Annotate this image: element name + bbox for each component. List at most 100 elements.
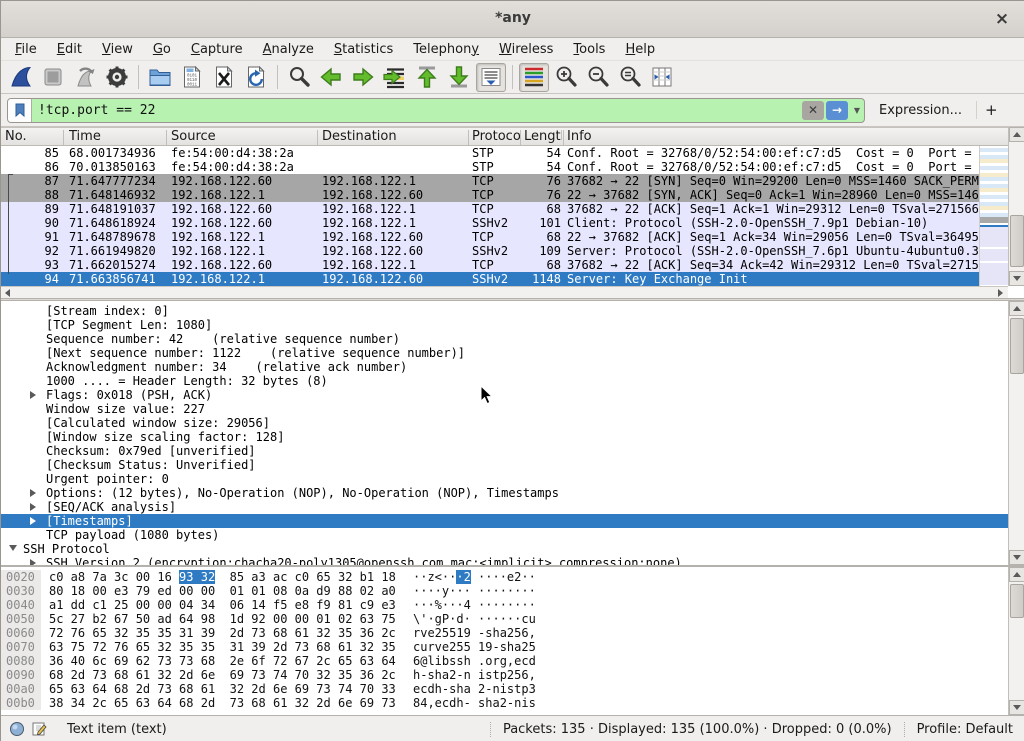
hex-row-0090[interactable]: 009068 2d 73 68 61 32 2d 6e 69 73 74 70 … bbox=[1, 668, 1008, 682]
detail-line[interactable]: Acknowledgment number: 34 (relative ack … bbox=[1, 360, 1008, 374]
menu-telephony[interactable]: Telephony bbox=[403, 40, 489, 59]
detail-line[interactable]: Checksum: 0x79ed [unverified] bbox=[1, 444, 1008, 458]
packet-row-89[interactable]: 8971.648191037192.168.122.60192.168.122.… bbox=[1, 202, 979, 216]
intelligent-scrollbar-minimap[interactable] bbox=[979, 146, 1008, 286]
go-bottom-button[interactable] bbox=[444, 63, 474, 92]
column-header-source[interactable]: Source bbox=[171, 129, 316, 145]
go-forward-button[interactable] bbox=[348, 63, 378, 92]
packet-row-93[interactable]: 9371.662015274192.168.122.60192.168.122.… bbox=[1, 258, 979, 272]
packet-row-87[interactable]: 8771.647777234192.168.122.60192.168.122.… bbox=[1, 174, 979, 188]
zoom-in-button[interactable] bbox=[551, 63, 581, 92]
details-scrollbar[interactable] bbox=[1008, 301, 1024, 565]
display-filter-box[interactable]: ✕ → ▼ bbox=[7, 98, 865, 123]
detail-line[interactable]: [Window size scaling factor: 128] bbox=[1, 430, 1008, 444]
column-separator[interactable] bbox=[166, 130, 167, 145]
scroll-left-button[interactable] bbox=[1, 287, 13, 298]
detail-line[interactable]: SSH Protocol bbox=[1, 542, 1008, 556]
column-separator[interactable] bbox=[563, 130, 564, 145]
hex-row-0020[interactable]: 0020c0 a8 7a 3c 00 16 93 32 85 a3 ac c0 … bbox=[1, 570, 1008, 584]
column-separator[interactable] bbox=[468, 130, 469, 145]
find-packet-button[interactable] bbox=[284, 63, 314, 92]
detail-line[interactable]: [SEQ/ACK analysis] bbox=[1, 500, 1008, 514]
restart-capture-button[interactable] bbox=[70, 63, 100, 92]
filter-clear-button[interactable]: ✕ bbox=[802, 101, 824, 120]
go-back-button[interactable] bbox=[316, 63, 346, 92]
detail-line[interactable]: SSH Version 2 (encryption:chacha20-poly1… bbox=[1, 556, 1008, 565]
column-separator[interactable] bbox=[317, 130, 318, 145]
menu-statistics[interactable]: Statistics bbox=[324, 40, 403, 59]
expander-closed-icon[interactable] bbox=[30, 517, 36, 525]
packet-row-85[interactable]: 8568.001734936fe:54:00:d4:38:2aSTP54Conf… bbox=[1, 146, 979, 160]
hex-row-0040[interactable]: 0040a1 dd c1 25 00 00 04 34 06 14 f5 e8 … bbox=[1, 598, 1008, 612]
open-file-button[interactable] bbox=[145, 63, 175, 92]
column-header-length[interactable]: Length bbox=[524, 129, 562, 145]
column-header-no[interactable]: No. bbox=[5, 129, 59, 145]
detail-line[interactable]: Sequence number: 42 (relative sequence n… bbox=[1, 332, 1008, 346]
menu-go[interactable]: Go bbox=[143, 40, 181, 59]
detail-line[interactable]: Options: (12 bytes), No-Operation (NOP),… bbox=[1, 486, 1008, 500]
go-top-button[interactable] bbox=[412, 63, 442, 92]
menu-file[interactable]: File bbox=[5, 40, 47, 59]
scroll-up-button[interactable] bbox=[1009, 127, 1024, 142]
scroll-up-button[interactable] bbox=[1009, 301, 1024, 316]
save-file-button[interactable]: 010101100011 bbox=[177, 63, 207, 92]
capture-options-button[interactable] bbox=[102, 63, 132, 92]
zoom-out-button[interactable] bbox=[583, 63, 613, 92]
bytes-scrollbar[interactable] bbox=[1008, 567, 1024, 715]
filter-bookmark-button[interactable] bbox=[8, 99, 32, 122]
scrollbar-thumb[interactable] bbox=[1010, 584, 1024, 618]
packet-row-90[interactable]: 9071.648618924192.168.122.60192.168.122.… bbox=[1, 216, 979, 230]
detail-line[interactable]: [TCP Segment Len: 1080] bbox=[1, 318, 1008, 332]
title-bar[interactable]: *any × bbox=[1, 1, 1024, 38]
packet-row-88[interactable]: 8871.648146932192.168.122.1192.168.122.6… bbox=[1, 188, 979, 202]
start-capture-button[interactable] bbox=[6, 63, 36, 92]
detail-line[interactable]: [Next sequence number: 1122 (relative se… bbox=[1, 346, 1008, 360]
detail-line[interactable]: [Stream index: 0] bbox=[1, 304, 1008, 318]
scroll-right-button[interactable] bbox=[994, 287, 1006, 298]
detail-line[interactable]: [Timestamps] bbox=[1, 514, 1008, 528]
menu-analyze[interactable]: Analyze bbox=[253, 40, 324, 59]
hex-row-00a0[interactable]: 00a065 63 64 68 2d 73 68 61 32 2d 6e 69 … bbox=[1, 682, 1008, 696]
filter-dropdown-caret[interactable]: ▼ bbox=[850, 106, 864, 115]
detail-line[interactable]: [Calculated window size: 29056] bbox=[1, 416, 1008, 430]
profile-label[interactable]: Profile: Default bbox=[904, 722, 1017, 737]
packet-list-header[interactable]: No.TimeSourceDestinationProtocolLengthIn… bbox=[1, 127, 1024, 146]
hex-row-0080[interactable]: 008036 40 6c 69 62 73 73 68 2e 6f 72 67 … bbox=[1, 654, 1008, 668]
hex-dump[interactable]: 0020c0 a8 7a 3c 00 16 93 32 85 a3 ac c0 … bbox=[1, 570, 1008, 710]
expert-info-button[interactable] bbox=[9, 721, 25, 737]
detail-line[interactable]: Window size value: 227 bbox=[1, 402, 1008, 416]
column-separator[interactable] bbox=[520, 130, 521, 145]
scroll-down-button[interactable] bbox=[1009, 700, 1024, 715]
stop-capture-button[interactable] bbox=[38, 63, 68, 92]
menu-wireless[interactable]: Wireless bbox=[489, 40, 563, 59]
column-header-time[interactable]: Time bbox=[69, 129, 165, 145]
hex-row-0030[interactable]: 003080 18 00 e3 79 ed 00 00 01 01 08 0a … bbox=[1, 584, 1008, 598]
expander-closed-icon[interactable] bbox=[30, 503, 36, 511]
detail-line[interactable]: 1000 .... = Header Length: 32 bytes (8) bbox=[1, 374, 1008, 388]
menu-edit[interactable]: Edit bbox=[47, 40, 92, 59]
add-filter-button[interactable]: + bbox=[976, 101, 1006, 119]
expander-closed-icon[interactable] bbox=[30, 391, 36, 399]
resize-columns-button[interactable] bbox=[647, 63, 677, 92]
menu-help[interactable]: Help bbox=[615, 40, 665, 59]
scroll-up-button[interactable] bbox=[1009, 567, 1024, 582]
expression-button[interactable]: Expression... bbox=[879, 103, 962, 118]
column-header-protocol[interactable]: Protocol bbox=[472, 129, 520, 145]
scroll-down-button[interactable] bbox=[1009, 550, 1024, 565]
packet-row-92[interactable]: 9271.661949820192.168.122.1192.168.122.6… bbox=[1, 244, 979, 258]
display-filter-input[interactable] bbox=[32, 103, 802, 118]
detail-line[interactable]: Urgent pointer: 0 bbox=[1, 472, 1008, 486]
detail-line[interactable]: Flags: 0x018 (PSH, ACK) bbox=[1, 388, 1008, 402]
scroll-down-button[interactable] bbox=[1009, 271, 1024, 286]
hex-row-0070[interactable]: 007063 75 72 76 65 32 35 35 31 39 2d 73 … bbox=[1, 640, 1008, 654]
capture-comment-button[interactable] bbox=[31, 721, 47, 737]
detail-line[interactable]: [Checksum Status: Unverified] bbox=[1, 458, 1008, 472]
packet-row-86[interactable]: 8670.013850163fe:54:00:d4:38:2aSTP54Conf… bbox=[1, 160, 979, 174]
packet-list-scrollbar[interactable] bbox=[1008, 127, 1024, 286]
filter-apply-button[interactable]: → bbox=[826, 101, 848, 120]
expander-open-icon[interactable] bbox=[9, 545, 17, 551]
packet-row-91[interactable]: 9171.648789678192.168.122.1192.168.122.6… bbox=[1, 230, 979, 244]
menu-capture[interactable]: Capture bbox=[181, 40, 253, 59]
close-window-button[interactable]: × bbox=[991, 8, 1013, 30]
column-header-destination[interactable]: Destination bbox=[322, 129, 466, 145]
